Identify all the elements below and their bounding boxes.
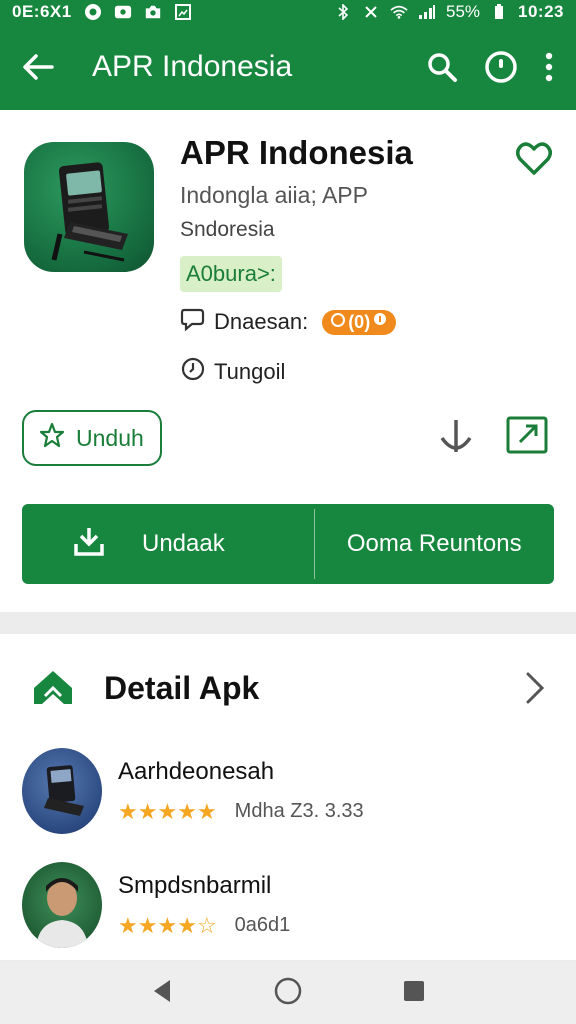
notification-icon (114, 5, 132, 19)
info-row-rating: Dnaesan: (0) (180, 306, 397, 338)
star-full-icon: ★ (118, 912, 138, 938)
camera-icon (144, 5, 162, 19)
back-arrow-icon[interactable] (22, 53, 54, 81)
unduh-button[interactable]: Unduh (22, 410, 162, 466)
app-subtitle: Sndoresia (180, 218, 275, 241)
undaak-button-label: Undaak (142, 530, 225, 557)
list-item[interactable]: Smpdsnbarmil ★ ★ ★ ★ ☆ 0a6d1 (22, 862, 562, 952)
developer-name[interactable]: Indongla aiia; APP (180, 182, 368, 209)
badge-icon (330, 312, 346, 333)
recents-square-icon[interactable] (402, 979, 426, 1008)
avatar (22, 748, 102, 834)
app-bar-title: APR Indonesia (92, 50, 293, 83)
info-row-clock: Tungoil (180, 356, 285, 388)
item-name: Aarhdeonesah (118, 758, 275, 785)
badge-value: (0) (348, 311, 371, 332)
status-bar: 0E:6X1 55% 10:23 (0, 0, 576, 24)
item-meta: Mdha Z3. 3.33 (234, 800, 364, 822)
badge-pin-icon (372, 312, 388, 333)
info-row2-label: Tungoil (214, 359, 286, 384)
battery-icon (490, 4, 508, 19)
details-card: Detail Apk Aarhdeonesah ★ ★ ★ ★ ★ Mdha Z… (0, 634, 576, 960)
apk-logo-icon (30, 668, 76, 713)
category-tag: A0bura>: (180, 256, 282, 292)
app-icon (24, 142, 154, 272)
item-meta: 0a6d1 (234, 914, 291, 936)
star-outline-icon (38, 421, 66, 455)
download-tray-icon (74, 526, 104, 563)
rating-stars: ★ ★ ★ ★ ★ Mdha Z3. 3.33 (118, 800, 364, 823)
wifi-icon (390, 5, 408, 19)
star-full-icon: ★ (137, 798, 158, 824)
bluetooth-icon (334, 4, 352, 20)
battery-percent: 55% (445, 2, 481, 21)
status-time-right: 10:23 (518, 2, 564, 21)
star-half-icon: ★ (196, 798, 217, 824)
rating-badge: (0) (322, 309, 397, 335)
open-external-icon[interactable] (506, 416, 550, 461)
mute-icon (362, 5, 380, 19)
star-full-icon: ★ (157, 798, 178, 824)
chevron-right-icon[interactable] (524, 670, 546, 711)
rating-stars: ★ ★ ★ ★ ☆ 0a6d1 (118, 914, 290, 937)
status-time-left: 0E:6X1 (12, 2, 72, 21)
item-name: Smpdsnbarmil (118, 872, 272, 899)
details-title: Detail Apk (104, 670, 260, 706)
primary-action-bar: Undaak Ooma Reuntons (22, 504, 554, 584)
clock-icon (180, 356, 206, 388)
undaak-button[interactable]: Undaak (22, 504, 314, 584)
unduh-button-label: Unduh (76, 424, 144, 451)
avatar (22, 862, 102, 948)
gallery-icon (174, 4, 192, 20)
back-triangle-icon[interactable] (150, 978, 174, 1009)
info-row1-label: Dnaesan: (214, 309, 309, 334)
star-full-icon: ★ (177, 912, 197, 938)
ooma-reuntons-label: Ooma Reuntons (346, 530, 522, 557)
list-item[interactable]: Aarhdeonesah ★ ★ ★ ★ ★ Mdha Z3. 3.33 (22, 748, 562, 838)
ooma-reuntons-button[interactable]: Ooma Reuntons (315, 504, 555, 584)
system-nav-bar (0, 962, 576, 1024)
star-full-icon: ★ (118, 798, 138, 824)
favorite-heart-icon[interactable] (516, 142, 552, 181)
comment-icon (180, 306, 206, 338)
star-full-icon: ★ (137, 912, 158, 938)
app-info-card: APR Indonesia Indongla aiia; APP Sndores… (0, 110, 576, 612)
signal-icon (418, 5, 436, 19)
download-arrow-icon[interactable] (438, 418, 474, 463)
info-icon[interactable] (484, 50, 518, 84)
record-icon (84, 4, 102, 20)
app-bar: APR Indonesia (0, 24, 576, 110)
star-full-icon: ★ (177, 798, 197, 824)
star-empty-icon: ☆ (196, 912, 217, 938)
star-full-icon: ★ (157, 912, 178, 938)
search-icon[interactable] (426, 51, 458, 83)
app-name: APR Indonesia (180, 134, 413, 171)
more-vert-icon[interactable] (544, 52, 554, 82)
home-circle-icon[interactable] (273, 976, 303, 1011)
